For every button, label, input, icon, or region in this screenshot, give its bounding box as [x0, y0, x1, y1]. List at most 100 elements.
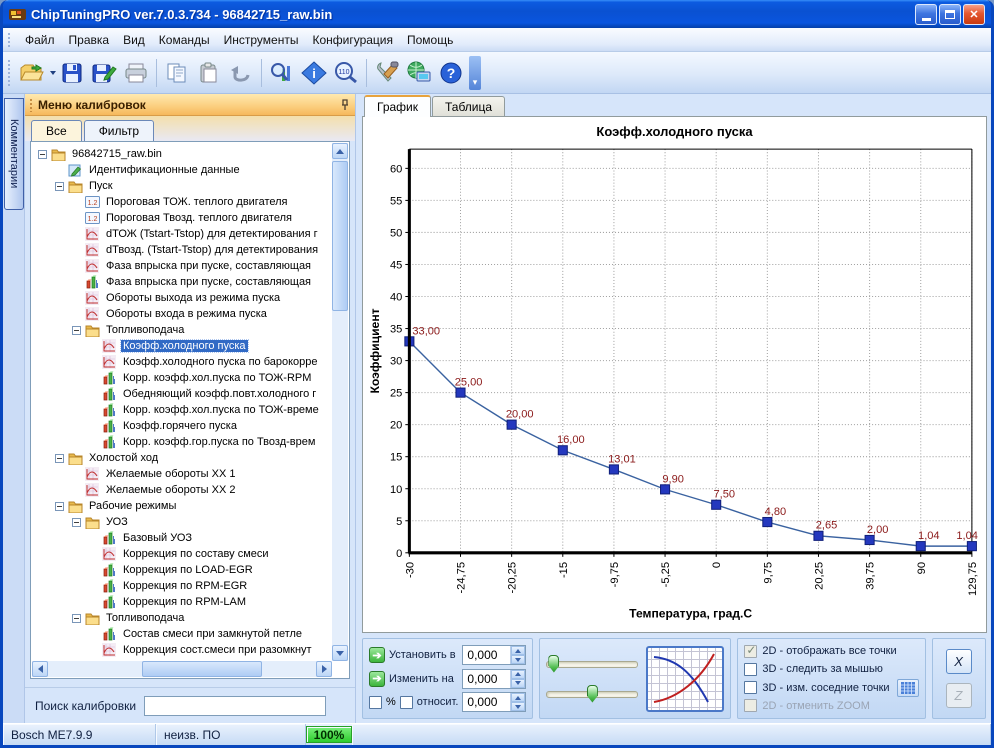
tree-item[interactable]: 96842715_raw.bin — [32, 146, 332, 162]
tree-item[interactable]: Фаза впрыска при пуске, составляющая — [32, 258, 332, 274]
tree-item[interactable]: Коррекция по RPM-LAM — [32, 594, 332, 610]
tree-item-label[interactable]: Топливоподача — [104, 324, 186, 336]
maximize-button[interactable] — [939, 4, 961, 25]
option-checkbox-3[interactable] — [744, 699, 757, 712]
tab-graph[interactable]: График — [364, 95, 431, 117]
toolbar-grip[interactable] — [7, 59, 12, 87]
option-checkbox-1[interactable] — [744, 663, 757, 676]
tree-item[interactable]: Состав смеси при замкнутой петле — [32, 626, 332, 642]
tree-item-label[interactable]: Желаемые обороты ХХ 1 — [104, 468, 237, 480]
tree-item-label[interactable]: Коррекция по LOAD-EGR — [121, 564, 255, 576]
comments-tab[interactable]: Комментарии — [4, 98, 24, 210]
tree-item[interactable]: Топливоподача — [32, 322, 332, 338]
tree-item-label[interactable]: Обороты входа в режима пуска — [104, 308, 269, 320]
copy-button[interactable] — [161, 57, 193, 89]
tree-item-label[interactable]: Состав смеси при замкнутой петле — [121, 628, 304, 640]
tree-item-label[interactable]: Топливоподача — [104, 612, 186, 624]
scroll-right-button[interactable] — [316, 661, 332, 677]
tree-item-label[interactable]: Коэфф.холодного пуска — [121, 340, 248, 352]
relative-value[interactable]: 0,000 — [463, 693, 510, 711]
spin-up-button[interactable] — [511, 646, 525, 655]
tree-item-label[interactable]: Холостой ход — [87, 452, 160, 464]
tree-item[interactable]: Коэфф.холодного пуска — [32, 338, 332, 354]
menu-0[interactable]: Файл — [18, 30, 62, 50]
tree-item-label[interactable]: Коррекция по составу смеси — [121, 548, 271, 560]
spin-down-button[interactable] — [511, 702, 525, 711]
tab-filter[interactable]: Фильтр — [84, 120, 154, 141]
tree-item[interactable]: Коррекция по RPM-EGR — [32, 578, 332, 594]
collapse-toggle[interactable] — [55, 182, 64, 191]
collapse-toggle[interactable] — [38, 150, 47, 159]
tree-item[interactable]: Обороты выхода из режима пуска — [32, 290, 332, 306]
tree-item[interactable]: УОЗ — [32, 514, 332, 530]
print-button[interactable] — [120, 57, 152, 89]
tree-item-label[interactable]: Корр. коэфф.гор.пуска по Твозд-врем — [121, 436, 317, 448]
tree-item[interactable]: Пуск — [32, 178, 332, 194]
collapse-toggle[interactable] — [55, 502, 64, 511]
slider-1[interactable] — [546, 655, 638, 673]
tree-item-label[interactable]: Коррекция сост.смеси при разомкнут — [121, 644, 314, 656]
close-button[interactable]: ✕ — [963, 4, 985, 25]
tree-item-label[interactable]: 96842715_raw.bin — [70, 148, 164, 160]
pin-icon[interactable] — [337, 98, 351, 112]
tree-item[interactable]: Коррекция сост.смеси при разомкнут — [32, 642, 332, 658]
tree-horizontal-scrollbar[interactable] — [32, 661, 332, 677]
zoom-button[interactable]: 110 — [330, 57, 362, 89]
menu-5[interactable]: Конфигурация — [305, 30, 400, 50]
tree-item[interactable]: Топливоподача — [32, 610, 332, 626]
toolbar-overflow-button[interactable]: ▾ — [469, 56, 481, 90]
tree-item-label[interactable]: Базовый УОЗ — [121, 532, 194, 544]
z-axis-button[interactable]: Z — [946, 683, 972, 708]
tree-item[interactable]: dТОЖ (Tstart-Tstop) для детектирования г — [32, 226, 332, 242]
scroll-thumb[interactable] — [332, 161, 348, 311]
collapse-toggle[interactable] — [72, 326, 81, 335]
tree-vertical-scrollbar[interactable] — [332, 143, 348, 661]
info-button[interactable]: i — [298, 57, 330, 89]
tree-item-label[interactable]: Пороговая Твозд. теплого двигателя — [104, 212, 294, 224]
change-by-value[interactable]: 0,000 — [463, 670, 510, 688]
option-checkbox-2[interactable] — [744, 681, 757, 694]
menu-1[interactable]: Правка — [62, 30, 117, 50]
tree-item-label[interactable]: Пороговая ТОЖ. теплого двигателя — [104, 196, 290, 208]
tree-item[interactable]: Обороты входа в режима пуска — [32, 306, 332, 322]
panel-grip[interactable] — [29, 98, 34, 112]
tree-item[interactable]: Корр. коэфф.хол.пуска по ТОЖ-време — [32, 402, 332, 418]
help-button[interactable]: ? — [435, 57, 467, 89]
tree-item[interactable]: Коррекция по составу смеси — [32, 546, 332, 562]
apply-change-button[interactable]: ➔ — [369, 671, 385, 687]
tab-all[interactable]: Все — [31, 120, 82, 141]
tree-item[interactable]: dТвозд. (Tstart-Tstop) для детектировани… — [32, 242, 332, 258]
tree-item-label[interactable]: Коррекция по RPM-EGR — [121, 580, 249, 592]
menu-4[interactable]: Инструменты — [217, 30, 306, 50]
percent-checkbox[interactable] — [369, 696, 382, 709]
menu-grip[interactable] — [7, 32, 12, 48]
tree-item-label[interactable]: Фаза впрыска при пуске, составляющая — [104, 260, 313, 272]
collapse-toggle[interactable] — [72, 518, 81, 527]
apply-set-button[interactable]: ➔ — [369, 647, 385, 663]
undo-button[interactable] — [225, 57, 257, 89]
tree-item-label[interactable]: dТОЖ (Tstart-Tstop) для детектирования г — [104, 228, 320, 240]
tree-item[interactable]: Фаза впрыска при пуске, составляющая — [32, 274, 332, 290]
save-edit-button[interactable] — [88, 57, 120, 89]
open-file-button[interactable] — [16, 57, 48, 89]
save-button[interactable] — [56, 57, 88, 89]
tree-item-label[interactable]: Коэфф.горячего пуска — [121, 420, 239, 432]
internet-button[interactable] — [403, 57, 435, 89]
tree-item-label[interactable]: Коэфф.холодного пуска по барокорре — [121, 356, 320, 368]
tree-item-label[interactable]: Коррекция по RPM-LAM — [121, 596, 248, 608]
paste-button[interactable] — [193, 57, 225, 89]
scroll-down-button[interactable] — [332, 645, 348, 661]
minimize-button[interactable] — [915, 4, 937, 25]
tree-item[interactable]: Коррекция по LOAD-EGR — [32, 562, 332, 578]
spin-down-button[interactable] — [511, 655, 525, 664]
tree-item-label[interactable]: УОЗ — [104, 516, 130, 528]
tree-item[interactable]: Холостой ход — [32, 450, 332, 466]
tree-item[interactable]: Корр. коэфф.гор.пуска по Твозд-врем — [32, 434, 332, 450]
tree-item[interactable]: 1.2Пороговая ТОЖ. теплого двигателя — [32, 194, 332, 210]
tree-item[interactable]: Идентификационные данные — [32, 162, 332, 178]
slider-thumb[interactable] — [548, 655, 559, 673]
line-chart[interactable]: 051015202530354045505560-30-24,75-20,25-… — [363, 139, 986, 633]
tree-item-label[interactable]: Корр. коэфф.хол.пуска по ТОЖ-RPM — [121, 372, 313, 384]
tree-item[interactable]: Базовый УОЗ — [32, 530, 332, 546]
tree-item[interactable]: Желаемые обороты ХХ 2 — [32, 482, 332, 498]
